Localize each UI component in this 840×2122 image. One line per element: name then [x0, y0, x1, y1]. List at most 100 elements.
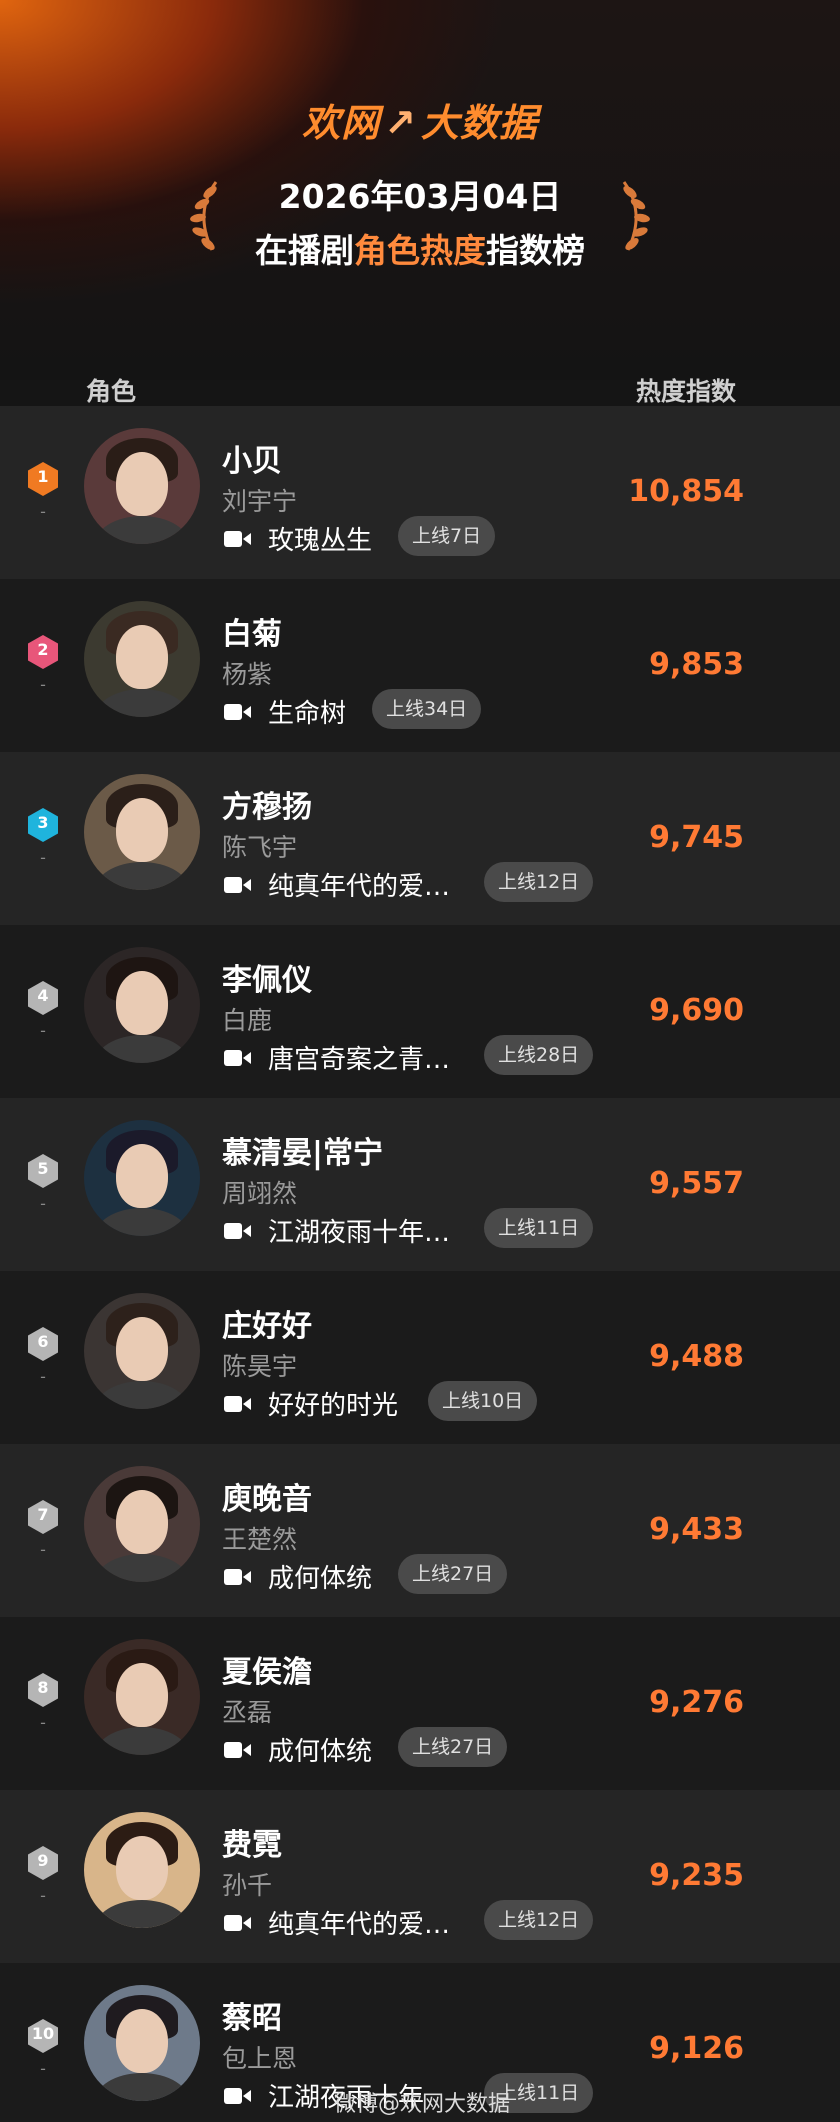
ranking-row[interactable]: 5 - 慕清晏|常宁 周翊然 江湖夜雨十年… 上线11日 9,557	[0, 1098, 840, 1271]
show-title[interactable]: 江湖夜雨十年…	[268, 1212, 450, 1249]
days-on-air-badge: 上线27日	[398, 1554, 508, 1594]
avatar-face	[116, 1836, 168, 1900]
days-on-air-badge: 上线11日	[484, 1208, 594, 1248]
avatar[interactable]	[84, 774, 200, 890]
avatar-face	[116, 971, 168, 1035]
show-title[interactable]: 生命树	[268, 693, 346, 730]
heat-score: 9,235	[649, 1858, 744, 1893]
show-title[interactable]: 成何体统	[268, 1558, 372, 1595]
days-on-air-badge: 上线10日	[428, 1381, 538, 1421]
avatar[interactable]	[84, 1812, 200, 1928]
ranking-list: 1 - 小贝 刘宇宁 玫瑰丛生 上线7日 10,854 2 - 白菊 杨紫 生命…	[0, 406, 840, 2122]
heat-score: 9,557	[649, 1166, 744, 1201]
brand-left: 欢网	[302, 101, 381, 145]
avatar[interactable]	[84, 1985, 200, 2101]
column-header-score: 热度指数	[636, 377, 737, 406]
rank-badge: 9	[26, 1845, 60, 1881]
show-title[interactable]: 纯真年代的爱…	[268, 1904, 450, 1941]
actor-name: 白鹿	[222, 1006, 273, 1035]
rank-number: 10	[31, 2024, 55, 2043]
brand-logo: 欢网 ↗ 大数据	[0, 92, 840, 147]
actor-name: 陈飞宇	[222, 833, 298, 862]
show-title[interactable]: 好好的时光	[268, 1385, 398, 1422]
rank-number: 8	[37, 1678, 49, 1697]
character-name: 庾晚音	[222, 1482, 312, 1517]
actor-name: 周翊然	[222, 1179, 298, 1208]
rank-badge: 2	[26, 634, 60, 670]
days-on-air-badge: 上线34日	[372, 689, 482, 729]
rank-change: -	[40, 502, 46, 521]
rank-badge: 5	[26, 1153, 60, 1189]
actor-name: 王楚然	[222, 1525, 298, 1554]
avatar-face	[116, 1317, 168, 1381]
avatar-body	[94, 1727, 190, 1755]
avatar-face	[116, 625, 168, 689]
show-title[interactable]: 玫瑰丛生	[268, 520, 372, 557]
rank-badge: 10	[26, 2018, 60, 2054]
actor-name: 丞磊	[222, 1698, 273, 1727]
ranking-row[interactable]: 2 - 白菊 杨紫 生命树 上线34日 9,853	[0, 579, 840, 752]
avatar-body	[94, 516, 190, 544]
actor-name: 杨紫	[222, 660, 273, 689]
show-title[interactable]: 唐宫奇案之青…	[268, 1039, 450, 1076]
rank-change: -	[40, 675, 46, 694]
actor-name: 陈昊宇	[222, 1352, 298, 1381]
trend-arrow-icon: ↗	[384, 101, 417, 145]
avatar[interactable]	[84, 1639, 200, 1755]
rank-badge: 1	[26, 461, 60, 497]
heat-score: 9,690	[649, 993, 744, 1028]
rank-badge: 6	[26, 1326, 60, 1362]
rank-number: 1	[37, 467, 49, 486]
ranking-row[interactable]: 4 - 李佩仪 白鹿 唐宫奇案之青… 上线28日 9,690	[0, 925, 840, 1098]
character-name: 蔡昭	[222, 2001, 282, 2036]
rank-change: -	[40, 1713, 46, 1732]
show-title[interactable]: 成何体统	[268, 1731, 372, 1768]
video-camera-icon	[224, 1050, 251, 1066]
rank-change: -	[40, 1021, 46, 1040]
ranking-row[interactable]: 8 - 夏侯澹 丞磊 成何体统 上线27日 9,276	[0, 1617, 840, 1790]
rank-badge: 8	[26, 1672, 60, 1708]
video-camera-icon	[224, 1915, 251, 1931]
rank-number: 9	[37, 1851, 49, 1870]
column-header-role: 角色	[86, 377, 137, 406]
avatar[interactable]	[84, 1120, 200, 1236]
avatar[interactable]	[84, 428, 200, 544]
avatar[interactable]	[84, 1293, 200, 1409]
avatar-body	[94, 1035, 190, 1063]
chart-date: 2026年03月04日	[278, 177, 562, 216]
ranking-row[interactable]: 7 - 庾晚音 王楚然 成何体统 上线27日 9,433	[0, 1444, 840, 1617]
character-name: 李佩仪	[222, 963, 312, 998]
rank-badge: 7	[26, 1499, 60, 1535]
days-on-air-badge: 上线12日	[484, 862, 594, 902]
avatar[interactable]	[84, 601, 200, 717]
character-name: 白菊	[222, 617, 282, 652]
heat-score: 9,126	[649, 2031, 744, 2066]
actor-name: 刘宇宁	[222, 487, 298, 516]
avatar-face	[116, 452, 168, 516]
rank-change: -	[40, 1194, 46, 1213]
rank-number: 3	[37, 813, 49, 832]
rank-badge: 4	[26, 980, 60, 1016]
avatar-face	[116, 1144, 168, 1208]
character-name: 方穆扬	[222, 790, 312, 825]
rank-change: -	[40, 2059, 46, 2078]
avatar-face	[116, 1663, 168, 1727]
character-name: 慕清晏|常宁	[222, 1136, 383, 1171]
heat-score: 9,745	[649, 820, 744, 855]
ranking-row[interactable]: 6 - 庄好好 陈昊宇 好好的时光 上线10日 9,488	[0, 1271, 840, 1444]
show-title[interactable]: 纯真年代的爱…	[268, 866, 450, 903]
watermark: 微博@欢网大数据	[334, 2092, 511, 2117]
video-camera-icon	[224, 877, 251, 893]
ranking-row[interactable]: 9 - 费霓 孙千 纯真年代的爱… 上线12日 9,235	[0, 1790, 840, 1963]
avatar-face	[116, 2009, 168, 2073]
avatar-body	[94, 1381, 190, 1409]
avatar-body	[94, 1208, 190, 1236]
rank-change: -	[40, 1886, 46, 1905]
avatar[interactable]	[84, 1466, 200, 1582]
heat-score: 9,276	[649, 1685, 744, 1720]
avatar[interactable]	[84, 947, 200, 1063]
ranking-row[interactable]: 3 - 方穆扬 陈飞宇 纯真年代的爱… 上线12日 9,745	[0, 752, 840, 925]
character-name: 小贝	[222, 444, 282, 479]
ranking-row[interactable]: 1 - 小贝 刘宇宁 玫瑰丛生 上线7日 10,854	[0, 406, 840, 579]
title-suffix: 指数榜	[486, 231, 585, 270]
